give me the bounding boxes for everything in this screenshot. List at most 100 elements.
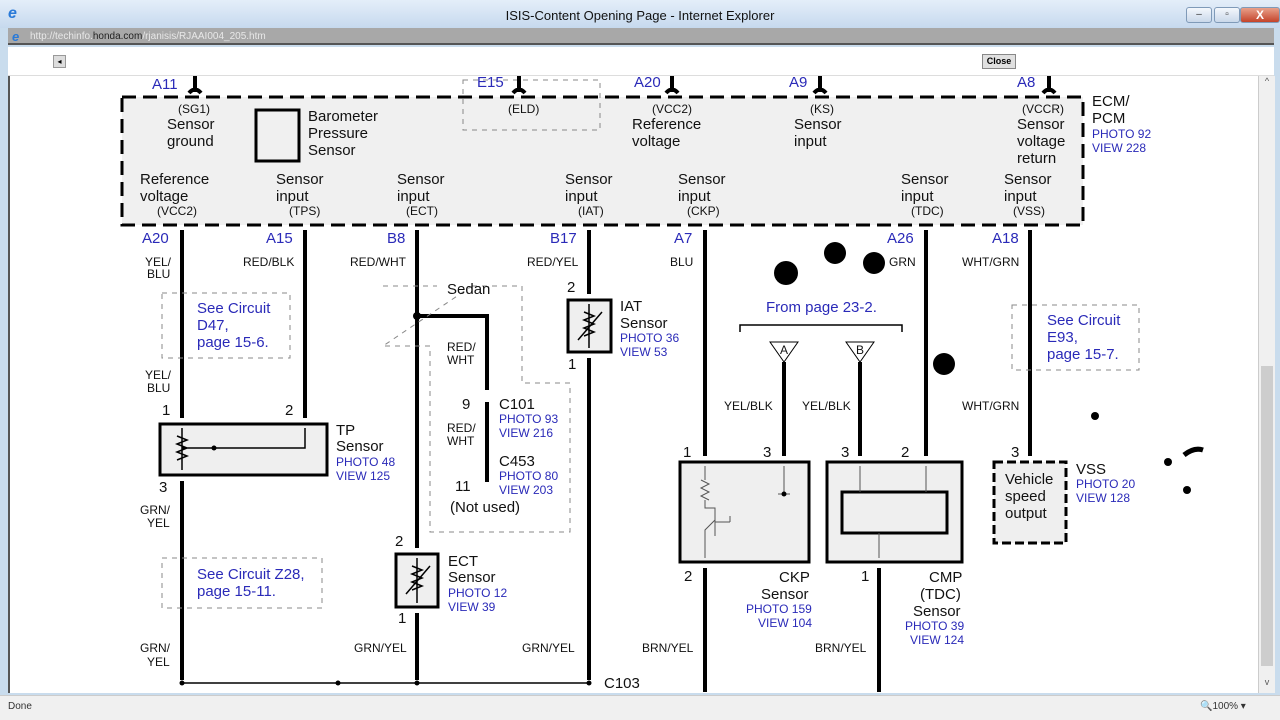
wire-yel-blu-1b: BLU — [147, 267, 170, 281]
ckp-photo-link[interactable]: PHOTO 159 — [746, 602, 812, 616]
vss-code: (VSS) — [1013, 204, 1045, 218]
see-z28-2[interactable]: page 15-11. — [197, 583, 276, 600]
pin-a7: A7 — [674, 230, 692, 247]
vss-label-l2: speed — [1005, 488, 1046, 505]
baro-label-3: Sensor — [308, 142, 356, 159]
url-prefix: http://techinfo. — [30, 31, 93, 42]
ecm-name-1: ECM/ — [1092, 93, 1130, 110]
c453-photo-link[interactable]: PHOTO 80 — [499, 469, 558, 483]
pin-a8: A8 — [1017, 76, 1035, 91]
vcc2-code: (VCC2) — [157, 204, 197, 218]
ect-pin-1: 1 — [398, 610, 406, 627]
c453-view-link[interactable]: VIEW 203 — [499, 483, 553, 497]
back-button[interactable]: ◂ — [53, 55, 66, 68]
scroll-up-button[interactable]: ^ — [1259, 76, 1275, 92]
ckp-pin-1: 1 — [683, 444, 691, 461]
ckp-sensor-box — [678, 460, 811, 564]
vcc2-top-code: (VCC2) — [652, 102, 692, 116]
cmp-view-link[interactable]: VIEW 124 — [910, 633, 964, 647]
see-z28-1[interactable]: See Circuit Z28, — [197, 566, 305, 583]
iat-view-link[interactable]: VIEW 53 — [620, 345, 668, 359]
tp-sensor-label: Sensor — [336, 438, 384, 455]
ckp-view-link[interactable]: VIEW 104 — [758, 616, 812, 630]
address-bar[interactable]: e http://techinfo.honda.com/rjanisis/RJA… — [8, 28, 1274, 45]
page-icon: e — [12, 29, 20, 44]
triangle-b-label: B — [856, 343, 864, 357]
vss-pin-3: 3 — [1011, 444, 1019, 461]
window-close-button[interactable]: X — [1240, 7, 1280, 23]
wire-yel-blu-2a: YEL/ — [145, 368, 172, 382]
ect-view-link[interactable]: VIEW 39 — [448, 600, 496, 614]
ckp-pin-3: 3 — [763, 444, 771, 461]
c453-note: (Not used) — [450, 499, 520, 516]
ecm-photo-link[interactable]: PHOTO 92 — [1092, 127, 1151, 141]
tp-view-link[interactable]: VIEW 125 — [336, 469, 390, 483]
vss-label-2: input — [1004, 188, 1037, 205]
pin-a20: A20 — [142, 230, 169, 247]
pin-a26: A26 — [887, 230, 914, 247]
tdc-code: (TDC) — [911, 204, 944, 218]
cmp-pin-1: 1 — [861, 568, 869, 585]
baro-label-1: Barometer — [308, 108, 378, 125]
vss-photo-link[interactable]: PHOTO 20 — [1076, 477, 1135, 491]
baro-label-2: Pressure — [308, 125, 368, 142]
wire-red-yel: RED/YEL — [527, 255, 579, 269]
scroll-down-button[interactable]: v — [1259, 677, 1275, 693]
ckp-label-2: input — [678, 188, 711, 205]
wire-grn: GRN — [889, 255, 916, 269]
see-e93-1[interactable]: See Circuit — [1047, 312, 1121, 329]
ecm-view-link[interactable]: VIEW 228 — [1092, 141, 1146, 155]
from-page-link[interactable]: From page 23-2. — [766, 299, 877, 316]
wire-red-wht-2a: RED/ — [447, 340, 476, 354]
triangle-a-label: A — [780, 343, 788, 357]
see-e93-2[interactable]: E93, — [1047, 329, 1078, 346]
cmp-photo-link[interactable]: PHOTO 39 — [905, 619, 964, 633]
ect-photo-link[interactable]: PHOTO 12 — [448, 586, 507, 600]
pin-b17: B17 — [550, 230, 577, 247]
restore-button[interactable]: ▫ — [1214, 7, 1240, 23]
title-bar: e ISIS-Content Opening Page - Internet E… — [0, 0, 1280, 28]
vertical-scrollbar[interactable]: ^ v — [1258, 76, 1275, 693]
ckp-code: (CKP) — [687, 204, 720, 218]
c453-pin: 11 — [455, 478, 471, 495]
see-d47-3[interactable]: page 15-6. — [197, 334, 269, 351]
close-button[interactable]: Close — [982, 54, 1016, 69]
see-d47-1[interactable]: See Circuit — [197, 300, 271, 317]
tdc-label-2: input — [901, 188, 934, 205]
ckp-label-1: Sensor — [678, 171, 726, 188]
minimize-button[interactable]: – — [1186, 7, 1212, 23]
c101-view-link[interactable]: VIEW 216 — [499, 426, 553, 440]
cmp-sensor-label: Sensor — [913, 603, 961, 620]
url-path: /rjanisis/RJAAI004_205.htm — [142, 31, 266, 42]
see-d47-2[interactable]: D47, — [197, 317, 229, 334]
see-e93-3[interactable]: page 15-7. — [1047, 346, 1119, 363]
vss-view-link[interactable]: VIEW 128 — [1076, 491, 1130, 505]
iat-name: IAT — [620, 298, 642, 315]
wire-grn-yel-ect: GRN/YEL — [354, 641, 407, 655]
top-pin-stubs — [187, 76, 1057, 95]
diagram-viewport: A11 E15 A20 A9 A8 (SG1) Sensor ground Ba… — [8, 76, 1258, 693]
vccr-label-3: return — [1017, 150, 1056, 167]
ckp-name: CKP — [779, 569, 810, 586]
c101-pin: 9 — [462, 396, 470, 413]
wire-grn-yel-2a: GRN/ — [140, 641, 171, 655]
vccr-label-2: voltage — [1017, 133, 1065, 150]
tp-pin-3: 3 — [159, 479, 167, 496]
url-domain: honda.com — [92, 31, 143, 42]
pin-a20-top: A20 — [634, 76, 661, 91]
scroll-thumb[interactable] — [1261, 366, 1273, 666]
sedan-label: Sedan — [447, 281, 490, 298]
c101-photo-link[interactable]: PHOTO 93 — [499, 412, 558, 426]
ect-label-1: Sensor — [397, 171, 445, 188]
c101-name: C101 — [499, 396, 535, 413]
tp-photo-link[interactable]: PHOTO 48 — [336, 455, 395, 469]
zoom-level[interactable]: 🔍100% ▾ — [1200, 701, 1246, 712]
window-title: ISIS-Content Opening Page - Internet Exp… — [505, 8, 775, 23]
ect-label-2: input — [397, 188, 430, 205]
vss-label-l1: Vehicle — [1005, 471, 1053, 488]
pin-e15: E15 — [477, 76, 504, 91]
iat-pin-2: 2 — [567, 279, 575, 296]
ecm-name-2: PCM — [1092, 110, 1125, 127]
wire-brn-yel-cmp: BRN/YEL — [815, 641, 867, 655]
iat-photo-link[interactable]: PHOTO 36 — [620, 331, 679, 345]
